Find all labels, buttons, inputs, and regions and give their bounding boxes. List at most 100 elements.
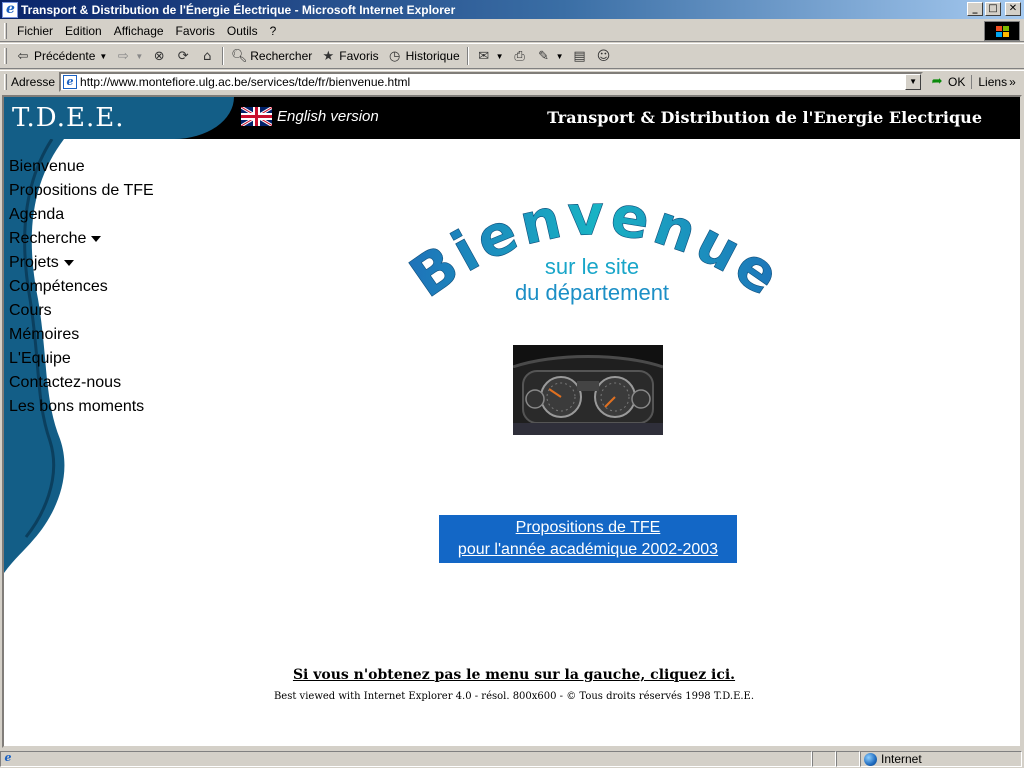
tfe-banner-link[interactable]: Propositions de TFE pour l'année académi… [439, 515, 737, 563]
nav-equipe[interactable]: L'Equipe [9, 349, 154, 373]
status-zone: Internet [860, 751, 1022, 767]
dashboard-photo [513, 345, 663, 435]
logo-panel: T.D.E.E. [4, 97, 234, 139]
status-pane [836, 751, 860, 767]
welcome-line2: du département [515, 280, 669, 305]
status-bar: e Internet [0, 750, 1024, 768]
menu-outils[interactable]: Outils [221, 24, 264, 38]
history-button[interactable]: ◷ Historique [383, 45, 464, 67]
back-button[interactable]: ⇦ Précédente ▼ [11, 45, 111, 67]
page-header: T.D.E.E. English version Transport & Dis… [4, 97, 1020, 139]
menu-help[interactable]: ? [264, 24, 283, 38]
print-button[interactable]: ⎙ [508, 45, 532, 67]
page-icon: e [63, 74, 78, 89]
footer-text: Best viewed with Internet Explorer 4.0 -… [273, 691, 755, 702]
home-button[interactable]: ⌂ [195, 45, 219, 67]
favorites-icon: ★ [322, 48, 335, 64]
history-icon: ◷ [388, 48, 401, 64]
favorites-label: Favoris [339, 49, 379, 63]
address-bar: Adresse e http://www.montefiore.ulg.ac.b… [0, 70, 1024, 92]
messenger-icon: ☺ [596, 48, 611, 64]
print-icon: ⎙ [514, 48, 525, 64]
toolbar-separator [222, 47, 225, 65]
stop-button[interactable]: ⊗ [147, 45, 171, 67]
favorites-button[interactable]: ★ Favoris [316, 45, 382, 67]
zone-label: Internet [881, 752, 922, 766]
nav-bienvenue[interactable]: Bienvenue [9, 157, 154, 181]
toolbar-separator [466, 47, 469, 65]
history-label: Historique [405, 49, 460, 63]
toolbar-grip[interactable] [4, 73, 7, 90]
nav-projets[interactable]: Projets [9, 253, 154, 277]
forward-button[interactable]: ⇨ ▼ [111, 45, 147, 67]
go-label: OK [948, 74, 966, 89]
discuss-icon: ▤ [573, 48, 586, 64]
menu-affichage[interactable]: Affichage [108, 24, 170, 38]
welcome-line1: sur le site [545, 254, 639, 279]
nav-propositions-tfe[interactable]: Propositions de TFE [9, 181, 154, 205]
mail-icon: ✉ [478, 48, 490, 64]
chevron-down-icon[interactable]: ▼ [556, 52, 564, 61]
close-button[interactable]: ✕ [1005, 2, 1021, 16]
menu-edition[interactable]: Edition [59, 24, 108, 38]
menu-fichier[interactable]: Fichier [11, 24, 59, 38]
refresh-icon: ⟳ [177, 48, 189, 64]
standard-toolbar: ⇦ Précédente ▼ ⇨ ▼ ⊗ ⟳ ⌂ 🔍︎ Rechercher ★… [0, 43, 1024, 69]
site-title: Transport & Distribution de l'Energie El… [547, 108, 982, 127]
left-navigation: Bienvenue Propositions de TFE Agenda Rec… [9, 157, 154, 421]
english-version-label: English version [277, 108, 379, 125]
search-label: Rechercher [250, 49, 313, 63]
edit-icon: ✎ [538, 48, 550, 64]
chevron-down-icon[interactable]: ▼ [496, 52, 504, 61]
site-logo[interactable]: T.D.E.E. [12, 103, 124, 133]
nav-agenda[interactable]: Agenda [9, 205, 154, 229]
tfe-line2: pour l'année académique 2002-2003 [457, 541, 719, 558]
uk-flag-icon [241, 107, 272, 126]
mail-button[interactable]: ✉ ▼ [472, 45, 508, 67]
links-label: Liens [978, 74, 1008, 89]
internet-zone-icon [864, 752, 877, 766]
url-text[interactable]: http://www.montefiore.ulg.ac.be/services… [80, 75, 410, 89]
minimize-button[interactable]: _ [967, 2, 983, 16]
chevron-down-icon[interactable]: ▼ [99, 52, 107, 61]
nav-bons-moments[interactable]: Les bons moments [9, 397, 154, 421]
english-version-link[interactable]: English version [241, 107, 379, 126]
maximize-button[interactable]: □ [985, 2, 1001, 16]
dropdown-arrow-icon [63, 259, 74, 266]
discuss-button[interactable]: ▤ [567, 45, 591, 67]
toolbar-grip[interactable] [4, 48, 7, 64]
address-input[interactable]: e http://www.montefiore.ulg.ac.be/servic… [59, 71, 924, 92]
links-button[interactable]: Liens » [971, 74, 1016, 89]
home-icon: ⌂ [203, 48, 212, 64]
windows-logo-icon [984, 21, 1020, 41]
chevron-down-icon[interactable]: ▼ [905, 73, 922, 90]
edit-button[interactable]: ✎ ▼ [532, 45, 568, 67]
nav-competences[interactable]: Compétences [9, 277, 154, 301]
forward-arrow-icon: ⇨ [117, 48, 129, 64]
window-title-bar[interactable]: Transport & Distribution de l'Énergie Él… [0, 0, 1024, 19]
nav-memoires[interactable]: Mémoires [9, 325, 154, 349]
back-label: Précédente [34, 49, 96, 63]
window-title: Transport & Distribution de l'Énergie Él… [21, 2, 456, 17]
menu-favoris[interactable]: Favoris [170, 24, 221, 38]
ie-icon [2, 1, 18, 18]
chevron-right-icon: » [1009, 74, 1016, 89]
stop-icon: ⊗ [153, 48, 165, 64]
go-button[interactable]: ➦ OK [923, 74, 971, 90]
nav-cours[interactable]: Cours [9, 301, 154, 325]
nav-contact[interactable]: Contactez-nous [9, 373, 154, 397]
back-arrow-icon: ⇦ [17, 48, 29, 64]
address-label: Adresse [11, 74, 56, 89]
status-main: e [0, 751, 812, 767]
status-pane [812, 751, 836, 767]
toolbar-grip[interactable] [4, 22, 7, 39]
chevron-down-icon[interactable]: ▼ [135, 52, 143, 61]
search-button[interactable]: 🔍︎ Rechercher [227, 45, 316, 67]
refresh-button[interactable]: ⟳ [171, 45, 195, 67]
nav-recherche[interactable]: Recherche [9, 229, 154, 253]
dropdown-arrow-icon [91, 235, 102, 242]
messenger-button[interactable]: ☺ [591, 45, 615, 67]
tfe-line1: Propositions de TFE [515, 519, 661, 536]
go-arrow-icon: ➦ [931, 74, 943, 89]
menu-fallback-link[interactable]: Si vous n'obtenez pas le menu sur la gau… [4, 667, 1020, 683]
